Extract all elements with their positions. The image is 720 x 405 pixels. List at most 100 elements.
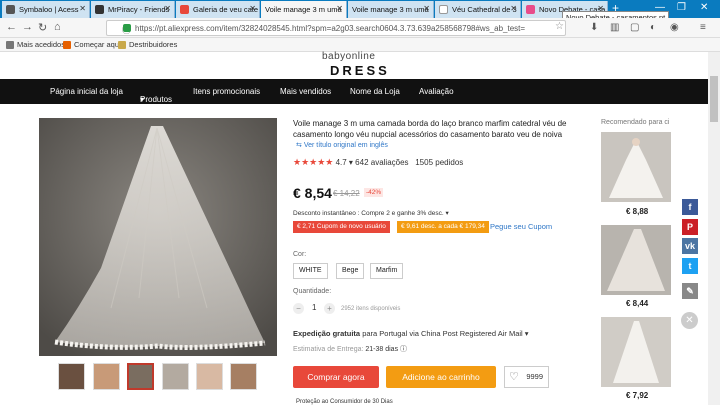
thumbnail[interactable] bbox=[58, 363, 85, 390]
tab-veu-cathedral[interactable]: Véu Cathedral de 3 ✕ bbox=[435, 1, 521, 18]
color-option-marfim[interactable]: Marfim bbox=[370, 263, 404, 279]
close-icon[interactable]: ✕ bbox=[164, 4, 171, 13]
product-main-image[interactable] bbox=[39, 118, 277, 356]
coupon-new-user[interactable]: € 2,71 Cupom de novo usuário bbox=[293, 221, 390, 233]
close-icon[interactable]: ✕ bbox=[423, 4, 430, 13]
bookmark-destribuidores[interactable]: Destribuidores bbox=[118, 40, 177, 49]
close-icon[interactable]: ✕ bbox=[681, 312, 698, 329]
color-option-white[interactable]: WHITE bbox=[293, 263, 328, 279]
original-title-link[interactable]: ⇆ Ver título original em inglês bbox=[296, 141, 388, 149]
shipping-detail: para Portugal via China Post Registered … bbox=[362, 329, 523, 338]
add-to-cart-button[interactable]: Adicione ao carrinho bbox=[386, 366, 496, 388]
buy-now-button[interactable]: Comprar agora bbox=[293, 366, 379, 388]
forward-icon[interactable]: → bbox=[22, 21, 33, 33]
nav-reviews[interactable]: Avaliação bbox=[419, 87, 454, 96]
close-icon[interactable]: ✕ bbox=[249, 4, 256, 13]
review-count[interactable]: 642 avaliações bbox=[355, 158, 408, 167]
color-label: Cor: bbox=[293, 251, 307, 258]
shipping-info: Expedição gratuita para Portugal via Chi… bbox=[293, 329, 529, 338]
discount-badge: -42% bbox=[364, 188, 384, 197]
download-icon[interactable]: ⬇ bbox=[590, 22, 598, 33]
rating-row: ★★★★★ 4.7 ▾ 642 avaliações 1505 pedidos bbox=[293, 157, 463, 168]
recommended-item-image[interactable] bbox=[601, 317, 671, 387]
gear-icon bbox=[6, 40, 14, 49]
tab-galeria[interactable]: Galeria de veu cate ✕ bbox=[176, 1, 260, 18]
instant-discount[interactable]: Desconto instantâneo : Compre 2 e ganhe … bbox=[293, 209, 449, 217]
tab-voile-active[interactable]: Voile manage 3 m uma ✕ bbox=[261, 1, 347, 18]
back-icon[interactable]: ← bbox=[6, 21, 17, 33]
extension-icon-2[interactable]: ◉ bbox=[670, 22, 679, 33]
nav-best-sellers[interactable]: Mais vendidos bbox=[280, 87, 331, 96]
sidebar-icon[interactable]: ▢ bbox=[630, 22, 639, 33]
close-icon[interactable]: ✕ bbox=[336, 4, 343, 13]
bookmark-star-icon[interactable]: ☆ bbox=[555, 21, 564, 32]
firefox-icon bbox=[63, 40, 71, 49]
home-icon[interactable]: ⌂ bbox=[54, 21, 61, 33]
url-bar[interactable]: ⓘ https://pt.aliexpress.com/item/3282402… bbox=[106, 20, 566, 36]
thumbnail[interactable] bbox=[230, 363, 257, 390]
color-option-bege[interactable]: Bege bbox=[336, 263, 365, 279]
symbaloo-favicon bbox=[6, 5, 15, 14]
mrpiracy-favicon bbox=[95, 5, 104, 14]
dress-image bbox=[601, 132, 671, 202]
current-price: € 8,54 bbox=[293, 185, 332, 201]
order-count: 1505 pedidos bbox=[415, 158, 464, 167]
old-price: € 14,22 bbox=[333, 189, 360, 198]
pinterest-icon[interactable]: P bbox=[682, 219, 698, 235]
coupon-store[interactable]: € 9,61 desc. a cada € 179,34 bbox=[397, 221, 489, 233]
page-scrollbar[interactable] bbox=[708, 52, 720, 405]
tab-symbaloo[interactable]: Symbaloo | Acess ✕ bbox=[2, 1, 90, 18]
tab-voile[interactable]: Voile manage 3 m uma ✕ bbox=[348, 1, 434, 18]
translate-icon: ⇆ bbox=[296, 142, 304, 149]
nav-store-name[interactable]: Nome da Loja bbox=[350, 87, 400, 96]
quantity-increase-button[interactable]: + bbox=[324, 303, 335, 314]
store-logo-bottom[interactable]: DRESS bbox=[330, 63, 390, 78]
chevron-down-icon[interactable]: ▾ bbox=[347, 158, 355, 167]
menu-icon[interactable]: ≡ bbox=[700, 22, 706, 33]
wishlist-button[interactable]: ♡ 9999 bbox=[504, 366, 549, 388]
scrollbar-thumb[interactable] bbox=[710, 76, 718, 122]
lock-icon bbox=[123, 24, 131, 32]
vk-icon[interactable]: vk bbox=[682, 238, 698, 254]
nav-home[interactable]: Página inicial da loja bbox=[50, 87, 123, 96]
recommended-item-image[interactable] bbox=[601, 132, 671, 202]
window-close-icon[interactable]: ✕ bbox=[700, 2, 708, 13]
quantity-decrease-button[interactable]: − bbox=[293, 303, 304, 314]
rating-stars-icon[interactable]: ★★★★★ bbox=[293, 157, 333, 167]
bookmark-comecar-aqui[interactable]: Começar aqui bbox=[63, 40, 121, 49]
help-icon[interactable]: ⓘ bbox=[400, 346, 407, 353]
recommended-item-image[interactable] bbox=[601, 225, 671, 295]
quantity-value[interactable]: 1 bbox=[312, 303, 316, 312]
available-stock: 2952 itens disponíveis bbox=[341, 306, 401, 312]
nav-promotions[interactable]: Itens promocionais bbox=[193, 87, 260, 96]
veu-favicon bbox=[439, 5, 448, 14]
chevron-down-icon: ▾ bbox=[443, 210, 449, 217]
maximize-icon[interactable]: ❐ bbox=[677, 2, 686, 13]
galeria-favicon bbox=[180, 5, 189, 14]
reload-icon[interactable]: ↻ bbox=[38, 21, 47, 34]
thumbnail-selected[interactable] bbox=[127, 363, 154, 390]
edit-icon[interactable]: ✎ bbox=[682, 283, 698, 299]
extension-icon[interactable]: ◐ bbox=[650, 22, 656, 33]
casamentos-favicon bbox=[526, 5, 535, 14]
shipping-free: Expedição gratuita bbox=[293, 329, 361, 338]
recommended-item-price: € 7,92 bbox=[626, 391, 649, 400]
tab-mrpiracy[interactable]: MrPiracy - Friends ✕ bbox=[91, 1, 175, 18]
get-coupon-link[interactable]: Pegue seu Cupom bbox=[490, 222, 552, 231]
store-logo-top[interactable]: babyonline bbox=[322, 51, 375, 62]
facebook-icon[interactable]: f bbox=[682, 199, 698, 215]
veil-thumb-image bbox=[601, 225, 671, 295]
bookmark-mais-acedidos[interactable]: Mais acedidos bbox=[6, 40, 65, 49]
close-icon[interactable]: ✕ bbox=[510, 4, 517, 13]
recommended-title: Recomendado para ci bbox=[601, 119, 670, 126]
thumbnail[interactable] bbox=[196, 363, 223, 390]
close-icon[interactable]: ✕ bbox=[79, 4, 86, 13]
chevron-down-icon[interactable]: ▾ bbox=[523, 329, 529, 338]
browser-toolbar: ← → ↻ ⌂ ⓘ https://pt.aliexpress.com/item… bbox=[0, 18, 720, 38]
library-icon[interactable]: ▥ bbox=[610, 22, 619, 33]
thumbnail[interactable] bbox=[93, 363, 120, 390]
twitter-icon[interactable]: t bbox=[682, 258, 698, 274]
heart-icon: ♡ bbox=[509, 371, 519, 383]
url-text: https://pt.aliexpress.com/item/328240285… bbox=[135, 24, 526, 33]
thumbnail[interactable] bbox=[162, 363, 189, 390]
